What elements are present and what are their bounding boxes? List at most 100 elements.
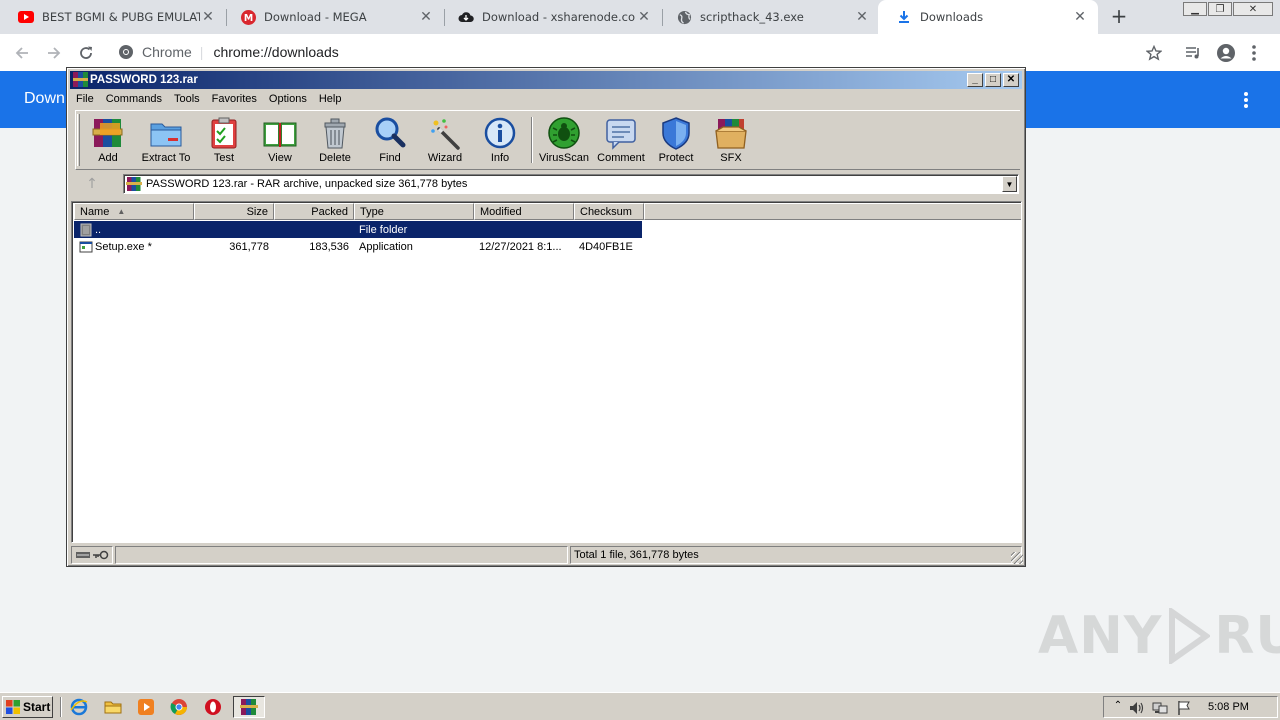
tab-scripthack[interactable]: scripthack_43.exe ✕ <box>658 0 880 34</box>
chrome-logo-icon <box>119 45 133 59</box>
close-icon[interactable]: ✕ <box>636 9 652 25</box>
extract-to-button[interactable]: Extract To <box>138 115 194 167</box>
profile-avatar-icon[interactable] <box>1214 41 1238 65</box>
tab-title: Download - MEGA <box>264 10 367 24</box>
close-button[interactable]: ✕ <box>1003 73 1019 87</box>
taskbar-winrar-button[interactable] <box>233 696 265 718</box>
network-icon[interactable] <box>1152 700 1168 716</box>
close-icon[interactable]: ✕ <box>854 9 870 25</box>
winrar-titlebar[interactable]: PASSWORD 123.rar _ □ ✕ <box>70 71 1022 89</box>
file-explorer-icon[interactable] <box>104 698 122 716</box>
internet-explorer-icon[interactable] <box>70 698 88 716</box>
resize-grip[interactable] <box>1011 552 1023 564</box>
toolbar-separator <box>531 117 533 163</box>
tab-mega[interactable]: M Download - MEGA ✕ <box>222 0 444 34</box>
maximize-button[interactable]: □ <box>985 73 1001 87</box>
menu-favorites[interactable]: Favorites <box>206 93 263 105</box>
status-summary: Total 1 file, 361,778 bytes <box>570 546 1022 564</box>
menu-help[interactable]: Help <box>313 93 348 105</box>
wizard-label: Wizard <box>427 152 463 164</box>
up-folder-icon[interactable]: ↑ <box>81 175 103 193</box>
comment-button[interactable]: Comment <box>593 115 649 167</box>
file-list: Name ▲ Size Packed Type Modified Checksu… <box>71 201 1022 543</box>
cell-modified: 12/27/2021 8:1... <box>479 240 562 253</box>
sfx-button[interactable]: SFX <box>703 115 759 167</box>
column-label: Packed <box>311 205 348 218</box>
info-button[interactable]: Info <box>472 115 528 167</box>
test-label: Test <box>213 152 235 164</box>
table-row[interactable]: Setup.exe * 361,778 183,536 Application … <box>74 238 642 255</box>
back-button[interactable] <box>9 40 35 66</box>
column-header-checksum[interactable]: Checksum <box>574 203 644 220</box>
view-button[interactable]: View <box>252 115 308 167</box>
close-window-button[interactable]: ✕ <box>1233 2 1273 16</box>
tab-downloads[interactable]: Downloads ✕ <box>878 0 1098 34</box>
tab-youtube[interactable]: BEST BGMI & PUBG EMULATOR F ✕ <box>0 0 226 34</box>
chrome-menu-icon[interactable] <box>1242 41 1266 65</box>
protect-button[interactable]: Protect <box>648 115 704 167</box>
mega-icon: M <box>240 9 256 25</box>
virusscan-button[interactable]: VirusScan <box>536 115 592 167</box>
reload-icon <box>80 46 92 59</box>
wizard-button[interactable]: Wizard <box>417 115 473 167</box>
minimize-window-button[interactable]: ▁ <box>1183 2 1207 16</box>
winrar-window: PASSWORD 123.rar _ □ ✕ File Commands Too… <box>66 67 1026 567</box>
tab-title: Downloads <box>920 10 984 24</box>
chevron-down-icon[interactable]: ▼ <box>1002 176 1017 192</box>
media-control-icon[interactable] <box>1181 41 1205 65</box>
drive-icon <box>75 552 90 558</box>
column-header-packed[interactable]: Packed <box>274 203 354 220</box>
menu-tools[interactable]: Tools <box>168 93 206 105</box>
page-title: Down <box>24 90 65 107</box>
chrome-taskbar-icon[interactable] <box>170 698 188 716</box>
start-button[interactable]: Start <box>2 696 53 718</box>
close-icon[interactable]: ✕ <box>418 9 434 25</box>
more-actions-icon[interactable] <box>1236 89 1256 111</box>
menu-file[interactable]: File <box>70 93 100 105</box>
column-header-type[interactable]: Type <box>354 203 474 220</box>
site-label: Chrome <box>142 44 192 60</box>
tab-title: Download - xsharenode.com <box>482 10 636 24</box>
back-arrow-icon <box>15 47 28 59</box>
cell-checksum: 4D40FB1E <box>579 240 633 253</box>
add-button[interactable]: Add <box>80 115 136 167</box>
restore-window-button[interactable]: ❐ <box>1208 2 1232 16</box>
winrar-statusbar: Total 1 file, 361,778 bytes <box>71 546 1022 564</box>
menu-commands[interactable]: Commands <box>100 93 168 105</box>
status-icons <box>71 546 113 564</box>
delete-button[interactable]: Delete <box>307 115 363 167</box>
bookmark-star-icon[interactable] <box>1142 41 1166 65</box>
volume-icon[interactable] <box>1128 700 1144 716</box>
close-icon[interactable]: ✕ <box>1072 9 1088 25</box>
cell-packed: 183,536 <box>309 240 349 253</box>
tab-strip: BEST BGMI & PUBG EMULATOR F ✕ M Download… <box>0 0 1280 34</box>
menu-options[interactable]: Options <box>263 93 313 105</box>
table-row[interactable]: .. File folder <box>74 221 642 238</box>
show-hidden-icons-icon[interactable]: ⌃ <box>1110 700 1126 716</box>
cell-type: File folder <box>359 223 408 236</box>
opera-icon[interactable] <box>204 698 222 716</box>
find-button[interactable]: Find <box>362 115 418 167</box>
test-button[interactable]: Test <box>196 115 252 167</box>
tab-xsharenode[interactable]: Download - xsharenode.com ✕ <box>440 0 662 34</box>
archive-path-combo[interactable]: PASSWORD 123.rar - RAR archive, unpacked… <box>123 174 1019 194</box>
column-label: Checksum <box>580 205 632 218</box>
address-bar[interactable]: Chrome | chrome://downloads <box>108 40 1174 64</box>
view-book-icon <box>263 122 297 147</box>
key-icon[interactable] <box>92 550 109 560</box>
media-player-icon[interactable] <box>137 698 155 716</box>
new-tab-button[interactable]: + <box>1108 6 1130 28</box>
reload-button[interactable] <box>73 40 99 66</box>
column-header-modified[interactable]: Modified <box>474 203 574 220</box>
forward-button[interactable] <box>41 40 67 66</box>
status-text: Total 1 file, 361,778 bytes <box>574 549 699 561</box>
view-label: View <box>268 152 292 164</box>
action-center-flag-icon[interactable] <box>1176 700 1192 716</box>
download-icon <box>896 9 912 25</box>
column-header-name[interactable]: Name ▲ <box>74 203 194 220</box>
minimize-button[interactable]: _ <box>967 73 983 87</box>
clock[interactable]: 5:08 PM <box>1208 701 1249 713</box>
column-header-size[interactable]: Size <box>194 203 274 220</box>
cell-name: .. <box>74 221 194 238</box>
close-icon[interactable]: ✕ <box>200 9 216 25</box>
